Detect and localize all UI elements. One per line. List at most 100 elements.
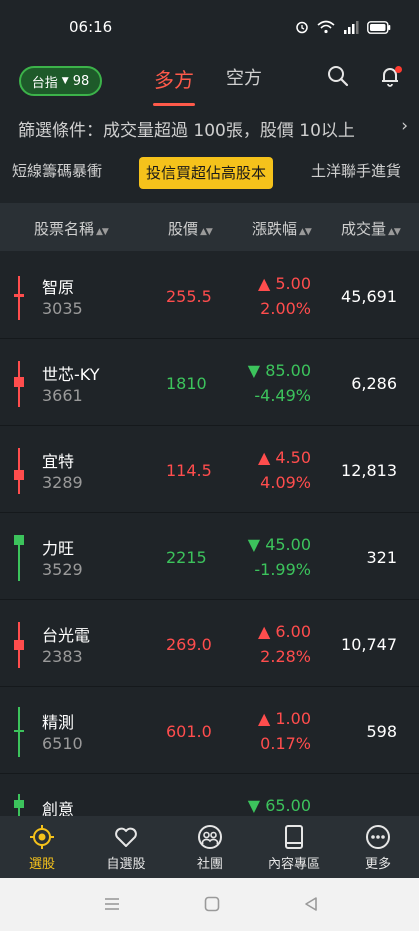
stock-price: 255.5 (166, 287, 212, 306)
book-icon (285, 825, 303, 849)
stock-name: 宜特 (42, 452, 75, 471)
nav-watchlist[interactable]: 自選股 (84, 824, 168, 872)
stock-change: ▲ 1.00 (257, 709, 311, 728)
stock-price: 269.0 (166, 635, 212, 654)
search-button[interactable] (326, 64, 352, 90)
tab-short[interactable]: 空方 (226, 64, 262, 90)
stock-code: 3529 (42, 560, 83, 579)
stock-volume: 321 (366, 548, 397, 567)
stock-code: 3035 (42, 299, 83, 318)
table-row[interactable]: 智原 3035 255.5 ▲ 5.00 2.00% 45,691 (0, 252, 419, 339)
nav-more[interactable]: 更多 (336, 824, 419, 872)
stock-code: 6510 (42, 734, 83, 753)
table-header: 股票名稱 ▲▼ 股價 ▲▼ 漲跌幅 ▲▼ 成交量 ▲▼ (0, 203, 419, 251)
home-icon[interactable] (203, 895, 221, 917)
battery-icon (367, 19, 391, 38)
signal-icon (343, 19, 359, 38)
candle-body (14, 294, 24, 297)
table-row[interactable]: 宜特 3289 114.5 ▲ 4.50 4.09% 12,813 (0, 426, 419, 513)
candle-body (14, 377, 24, 387)
stock-change: ▼ 65.00 (247, 796, 311, 815)
stock-change: ▲ 4.50 (257, 448, 311, 467)
candle-body (14, 730, 24, 732)
stock-volume: 10,747 (341, 635, 397, 654)
stock-change-pct: -1.99% (254, 560, 311, 579)
stock-price: 2215 (166, 548, 207, 567)
strategy-tab-3[interactable]: 土洋聯手進貨 (311, 160, 401, 181)
sort-by-price[interactable]: 股價 ▲▼ (168, 218, 213, 239)
filter-criteria[interactable]: 篩選條件：成交量超過 100張，股價 10以上 › (18, 116, 408, 141)
stock-code: 3289 (42, 473, 83, 492)
sort-by-volume[interactable]: 成交量 ▲▼ (341, 218, 401, 239)
sort-icon: ▲▼ (200, 227, 213, 237)
stock-code: 3661 (42, 386, 83, 405)
stock-name: 世芯-KY (42, 365, 100, 384)
stock-volume: 45,691 (341, 287, 397, 306)
community-icon (198, 825, 222, 849)
strategy-tab-1[interactable]: 短線籌碼暴衝 (12, 160, 102, 181)
index-value: 98 (72, 73, 90, 89)
stock-price: 1810 (166, 374, 207, 393)
status-icons (295, 19, 391, 38)
stock-change-pct: -4.49% (254, 386, 311, 405)
candle-body (14, 535, 24, 545)
back-icon[interactable] (302, 895, 320, 917)
table-row[interactable]: 創意 ▼ 65.00 (0, 774, 419, 816)
sort-icon: ▲▼ (388, 227, 401, 237)
filter-criteria-text: 篩選條件：成交量超過 100張，股價 10以上 (18, 121, 355, 141)
stock-change-pct: 2.28% (260, 647, 311, 666)
table-row[interactable]: 力旺 3529 2215 ▼ 45.00 -1.99% 321 (0, 513, 419, 600)
system-nav-bar (0, 878, 419, 931)
candle-wick (18, 707, 20, 757)
chevron-right-icon: › (401, 116, 408, 136)
sort-icon: ▲▼ (299, 227, 312, 237)
strategy-tabs: 短線籌碼暴衝 投信買超佔高股本 土洋聯手進貨 (0, 155, 419, 193)
stock-price: 601.0 (166, 722, 212, 741)
sort-by-change[interactable]: 漲跌幅 ▲▼ (252, 218, 312, 239)
sort-icon: ▲▼ (96, 227, 109, 237)
stock-list[interactable]: 智原 3035 255.5 ▲ 5.00 2.00% 45,691 世芯-KY … (0, 252, 419, 816)
index-selector[interactable]: 台指 ▼ 98 (19, 66, 102, 96)
stock-code: 2383 (42, 647, 83, 666)
stock-name: 台光電 (42, 626, 91, 645)
stock-change: ▼ 85.00 (247, 361, 311, 380)
stock-change: ▲ 5.00 (257, 274, 311, 293)
status-time: 06:16 (69, 18, 113, 36)
table-row[interactable]: 台光電 2383 269.0 ▲ 6.00 2.28% 10,747 (0, 600, 419, 687)
stock-change-pct: 0.17% (260, 734, 311, 753)
stock-change-pct: 4.09% (260, 473, 311, 492)
stock-volume: 6,286 (351, 374, 397, 393)
heart-icon (115, 827, 137, 847)
stock-name: 精測 (42, 713, 75, 732)
top-nav: 台指 ▼ 98 多方 空方 (0, 52, 419, 106)
menu-icon[interactable] (103, 895, 121, 917)
table-row[interactable]: 精測 6510 601.0 ▲ 1.00 0.17% 598 (0, 687, 419, 774)
nav-stock-picker[interactable]: 選股 (0, 824, 84, 872)
alarm-icon (295, 19, 309, 38)
stock-name: 創意 (42, 800, 75, 816)
nav-community[interactable]: 社團 (168, 824, 252, 872)
sort-by-name[interactable]: 股票名稱 ▲▼ (34, 218, 109, 239)
strategy-tab-2-active[interactable]: 投信買超佔高股本 (139, 157, 274, 189)
tab-long[interactable]: 多方 (154, 64, 194, 93)
candle-body (14, 800, 24, 808)
stock-change: ▼ 45.00 (247, 535, 311, 554)
stock-change: ▲ 6.00 (257, 622, 311, 641)
status-bar: 06:16 (0, 0, 419, 52)
wifi-icon (317, 19, 335, 38)
stock-name: 智原 (42, 278, 75, 297)
stock-volume: 598 (366, 722, 397, 741)
active-tab-indicator (153, 103, 195, 106)
stock-price: 114.5 (166, 461, 212, 480)
candle-body (14, 470, 24, 480)
caret-down-icon: ▼ (61, 76, 69, 86)
notification-button[interactable] (378, 64, 404, 90)
stock-volume: 12,813 (341, 461, 397, 480)
candle-body (14, 640, 24, 650)
target-icon (30, 825, 54, 849)
nav-content[interactable]: 內容專區 (252, 824, 336, 872)
candle-wick (18, 276, 20, 320)
table-row[interactable]: 世芯-KY 3661 1810 ▼ 85.00 -4.49% 6,286 (0, 339, 419, 426)
bottom-nav: 選股 自選股 社團 內容專區 更多 (0, 816, 419, 878)
notification-badge (395, 66, 402, 73)
